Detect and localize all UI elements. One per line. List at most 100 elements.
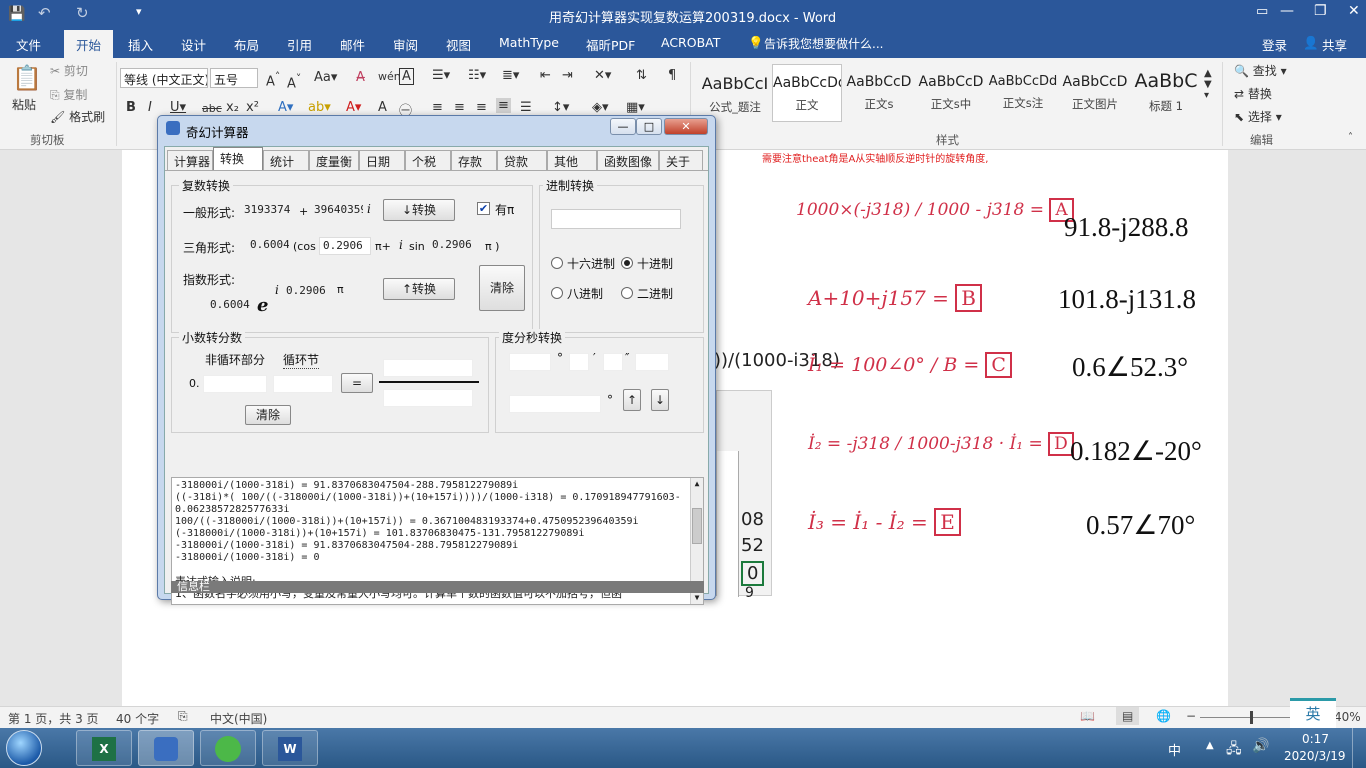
underline-icon[interactable]: U▾ [170,100,186,115]
change-case-icon[interactable]: Aa▾ [314,70,337,85]
tab-view[interactable]: 视图 [446,35,471,54]
minimize-icon[interactable]: — [1280,3,1294,19]
grow-font-icon[interactable]: A˄ [266,70,280,89]
modulus-input[interactable]: 0.6004 [247,237,289,255]
superscript-icon[interactable]: x² [246,100,259,115]
redo-icon[interactable]: ↻ [76,4,89,22]
page-count[interactable]: 第 1 页，共 3 页 [8,710,99,727]
collapse-ribbon-icon[interactable]: ˄ [1348,132,1353,143]
browser-taskbar-icon[interactable] [200,730,256,766]
calculator-taskbar-icon[interactable] [138,730,194,766]
angle-cos-input[interactable]: 0.2906 [319,237,371,255]
tray-expand-icon[interactable]: ▲ [1206,740,1214,751]
dms-up-button[interactable]: ↑ [623,389,641,411]
minute-input[interactable] [569,353,589,371]
word-count[interactable]: 40 个字 [116,710,159,727]
style-normal[interactable]: AaBbCcDd 正文 [772,64,842,122]
repeat-input[interactable] [273,375,333,393]
word-taskbar-icon[interactable]: W [262,730,318,766]
volume-icon[interactable]: 🔊 [1252,738,1269,754]
calc-tab-deposit[interactable]: 存款 [451,150,497,170]
scroll-thumb[interactable] [692,508,702,544]
excel-taskbar-icon[interactable]: X [76,730,132,766]
network-icon[interactable]: 🖧 [1226,738,1242,762]
show-marks-icon[interactable]: ¶ [668,68,676,83]
chinese-layout-icon[interactable]: ✕▾ [594,68,611,83]
tab-foxit-pdf[interactable]: 福昕PDF [586,35,635,54]
zoom-out-icon[interactable]: − [1186,709,1196,723]
tab-mathtype[interactable]: MathType [499,35,559,50]
fraction-clear-button[interactable]: 清除 [245,405,291,425]
cut-button[interactable]: ✂ 剪切 [50,62,88,79]
calc-close-icon[interactable]: ✕ [664,118,708,135]
font-name-combo[interactable]: 等线 (中文正文) [120,68,208,88]
calc-tab-date[interactable]: 日期 [359,150,405,170]
calc-tab-calculator[interactable]: 计算器 [167,150,213,170]
find-button[interactable]: 🔍 查找 ▾ [1234,62,1287,79]
align-right-icon[interactable]: ≡ [476,100,487,115]
web-layout-icon[interactable]: 🌐 [1156,709,1171,723]
decimal-degree-input[interactable] [509,395,601,413]
dec-radio[interactable] [621,257,633,269]
ime-mode-indicator[interactable]: 英 [1290,698,1336,728]
angle-sin-input[interactable]: 0.2906 [429,237,479,255]
tab-home[interactable]: 开始 [64,30,114,58]
clock-date[interactable]: 2020/3/19 [1284,749,1346,763]
ribbon-display-icon[interactable]: ▭ [1256,4,1268,19]
sort-icon[interactable]: ⇅ [636,68,647,83]
oct-radio[interactable] [551,287,563,299]
style-normal-image[interactable]: AaBbCcD 正文图片 [1060,64,1130,122]
dms-extra-input[interactable] [635,353,669,371]
calc-tab-other[interactable]: 其他 [547,150,597,170]
style-normal-s-center[interactable]: AaBbCcD 正文s中 [916,64,986,122]
tab-references[interactable]: 引用 [287,35,312,54]
tab-review[interactable]: 审阅 [393,35,418,54]
tab-acrobat[interactable]: ACROBAT [661,35,720,50]
real-part-input[interactable]: 3193374 [241,202,295,220]
clock-time[interactable]: 0:17 [1302,732,1329,746]
style-caption[interactable]: AaBbCcI 公式_题注 [700,64,770,122]
font-color-icon[interactable]: A▾ [346,100,361,115]
format-painter-button[interactable]: 🖌 格式刷 [50,108,105,125]
paste-button[interactable]: 粘贴 [12,96,36,113]
calculator-window[interactable]: 奇幻计算器 — □ ✕ 计算器 转换 统计 度量衡 日期 个税 存款 贷款 其他… [157,115,716,605]
decrease-indent-icon[interactable]: ⇤ [540,68,551,83]
tab-design[interactable]: 设计 [181,35,206,54]
tab-mailings[interactable]: 邮件 [340,35,365,54]
calc-tab-convert[interactable]: 转换 [213,147,263,171]
style-normal-s-note[interactable]: AaBbCcDd 正文s注 [988,64,1058,122]
imag-part-input[interactable]: 39640359 [311,202,363,220]
non-repeat-input[interactable] [203,375,267,393]
distributed-icon[interactable]: ☰ [520,100,532,115]
strikethrough-icon[interactable]: abc [202,102,222,115]
borders-icon[interactable]: ▦▾ [626,100,645,115]
replace-button[interactable]: ⇄ 替换 [1234,85,1272,102]
calc-tab-measure[interactable]: 度量衡 [309,150,359,170]
undo-icon[interactable]: ↶ [38,4,51,22]
style-heading-1[interactable]: AaBbC 标题 1 [1132,64,1200,122]
scroll-down-icon[interactable]: ▼ [691,592,703,604]
dms-down-button[interactable]: ↓ [651,389,669,411]
justify-icon[interactable]: ≡ [496,98,511,113]
increase-indent-icon[interactable]: ⇥ [562,68,573,83]
copy-button[interactable]: ⎘ 复制 [50,86,87,103]
line-spacing-icon[interactable]: ↕▾ [552,100,569,115]
subscript-icon[interactable]: x₂ [226,100,239,115]
font-size-combo[interactable]: 五号 [210,68,258,88]
calc-tab-about[interactable]: 关于 [659,150,703,170]
has-pi-checkbox[interactable]: ✔ [477,202,490,215]
zoom-slider-thumb[interactable] [1250,711,1253,724]
phonetic-icon[interactable]: wén [378,70,401,83]
tab-layout[interactable]: 布局 [234,35,259,54]
calc-tab-graph[interactable]: 函数图像 [597,150,659,170]
tab-file[interactable]: 文件 [16,35,41,54]
char-border-icon[interactable]: A [399,68,414,85]
convert-up-button[interactable]: ↑转换 [383,278,455,300]
exp-angle-input[interactable]: 0.2906 [283,283,331,301]
zoom-slider[interactable] [1200,717,1290,718]
multilevel-list-icon[interactable]: ≣▾ [502,68,519,83]
language-indicator[interactable]: 中文(中国) [210,710,267,727]
hex-radio[interactable] [551,257,563,269]
text-effects-icon[interactable]: A▾ [278,100,293,115]
calc-tab-loan[interactable]: 贷款 [497,150,547,170]
